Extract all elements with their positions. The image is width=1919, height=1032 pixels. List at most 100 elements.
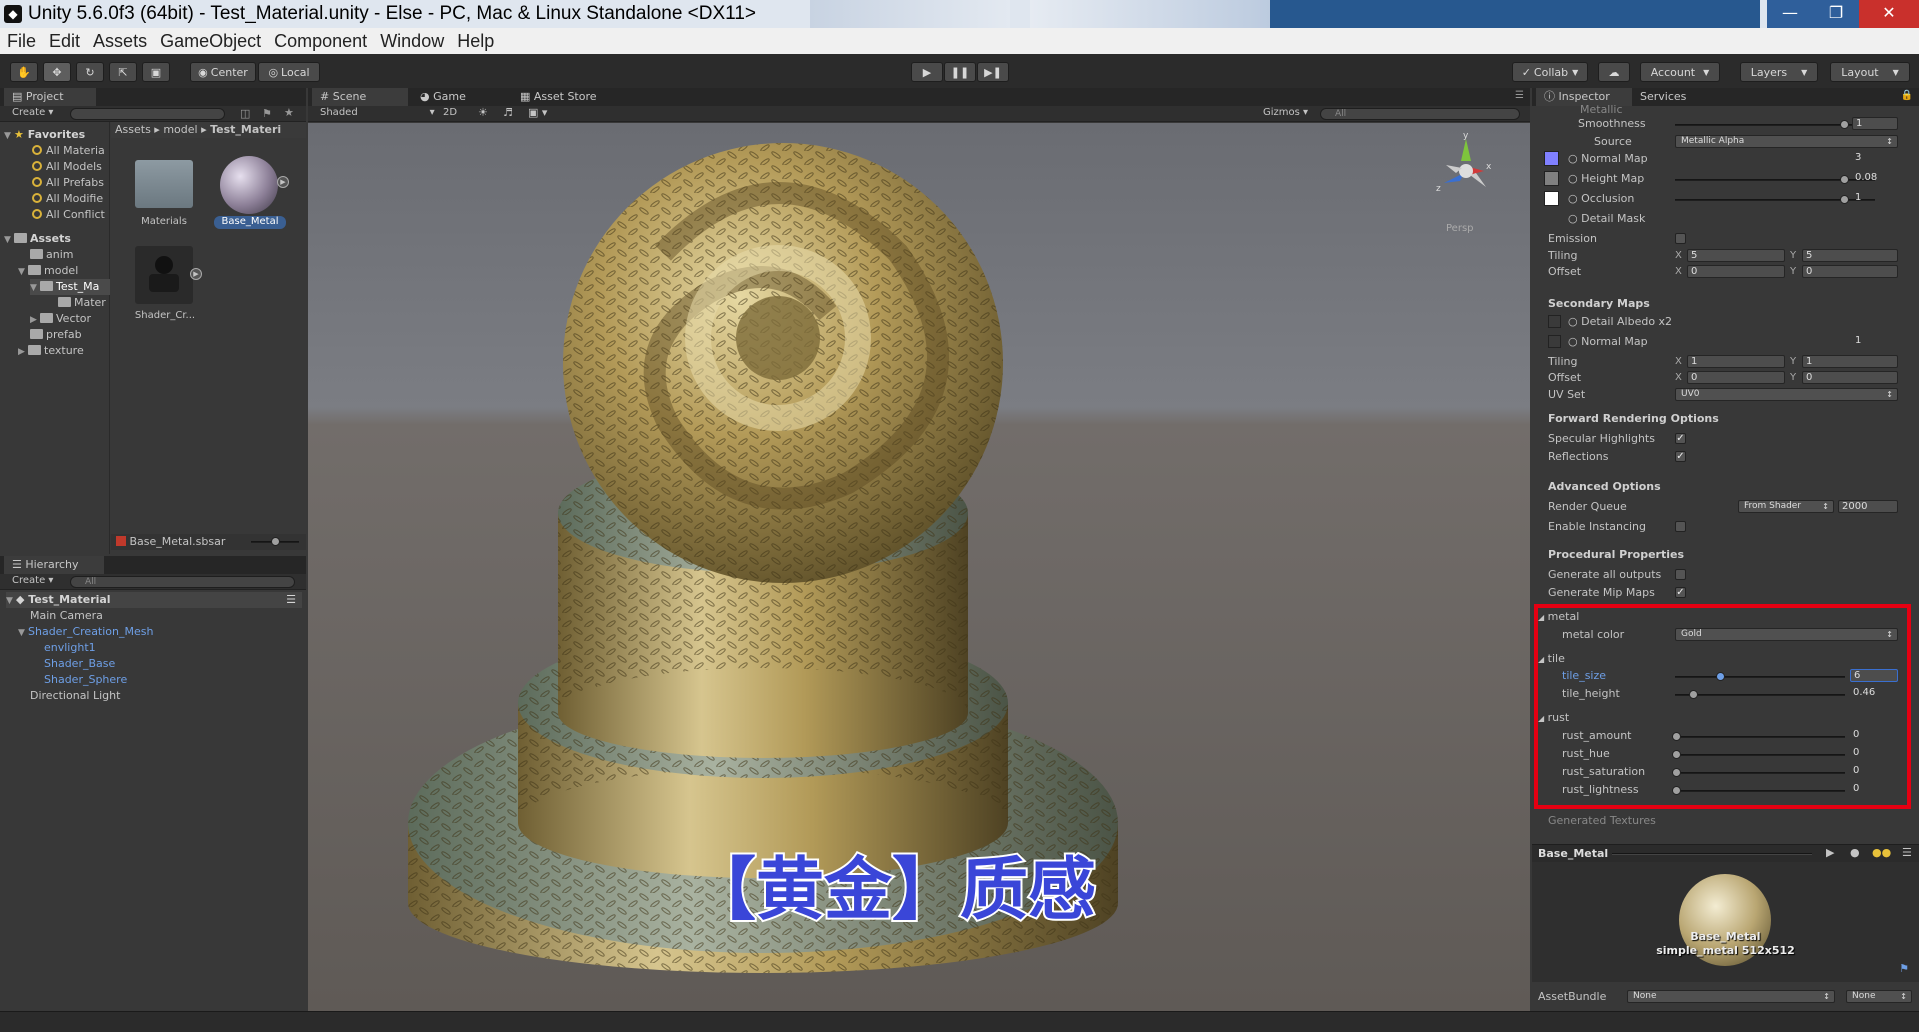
pivot-local-button[interactable]: ◎ Local <box>258 62 320 82</box>
shading-mode-dropdown[interactable]: Shaded ▾ <box>320 107 435 118</box>
tree-folder-materials[interactable]: Mater <box>58 295 106 311</box>
occlusion-slot[interactable] <box>1544 191 1559 206</box>
project-create-dropdown[interactable]: Create ▾ <box>12 107 53 118</box>
reflections-checkbox[interactable]: ✓ <box>1675 451 1686 462</box>
sphere-preview-icon[interactable]: ● <box>1850 846 1860 859</box>
enable-instancing-checkbox[interactable] <box>1675 521 1686 532</box>
occlusion-slider-knob[interactable] <box>1840 195 1849 204</box>
hierarchy-item[interactable]: envlight1 <box>44 640 96 656</box>
tab-hierarchy[interactable]: ☰ Hierarchy <box>4 556 104 574</box>
detail-mask-label[interactable]: ○ Detail Mask <box>1568 211 1645 227</box>
audio-icon[interactable]: ♬ <box>503 106 513 119</box>
secondary-normal-label[interactable]: ○ Normal Map <box>1568 334 1648 350</box>
menu-gameobject[interactable]: GameObject <box>160 31 261 52</box>
persp-label[interactable]: Persp <box>1446 223 1474 234</box>
layout-dropdown[interactable]: Layout ▼ <box>1830 62 1910 82</box>
hierarchy-item[interactable]: Shader_Base <box>44 656 115 672</box>
render-queue-value[interactable]: 2000 <box>1838 500 1898 513</box>
scene-viewport[interactable]: 【黄金】质感 y x z Persp <box>308 123 1530 1011</box>
tree-folder-prefab[interactable]: prefab <box>30 327 82 343</box>
favorite-item[interactable]: All Materia <box>32 143 105 159</box>
menu-edit[interactable]: Edit <box>49 31 80 52</box>
hierarchy-create-dropdown[interactable]: Create ▾ <box>12 575 53 586</box>
shader-creation-prefab-thumb[interactable] <box>135 246 193 304</box>
normal-map-label[interactable]: ○ Normal Map <box>1568 151 1648 167</box>
move-tool-button[interactable]: ✥ <box>43 62 71 82</box>
render-queue-dropdown[interactable]: From Shader <box>1738 500 1834 513</box>
uv-set-dropdown[interactable]: UV0 <box>1675 388 1898 401</box>
tree-folder-model[interactable]: ▼ model <box>18 263 78 279</box>
play-icon[interactable]: ▶ <box>1826 846 1834 859</box>
preview-menu-icon[interactable]: ☰ <box>1902 846 1912 859</box>
source-dropdown[interactable]: Metallic Alpha <box>1675 135 1898 148</box>
mode-2d-toggle[interactable]: 2D <box>443 107 457 118</box>
secondary-tiling-x[interactable]: 1 <box>1687 355 1785 368</box>
tree-folder-vector[interactable]: ▶ Vector <box>30 311 91 327</box>
panel-menu-icon[interactable]: ☰ <box>1515 90 1524 101</box>
rotate-tool-button[interactable]: ↻ <box>76 62 104 82</box>
height-map-slider-knob[interactable] <box>1840 175 1849 184</box>
generate-outputs-checkbox[interactable] <box>1675 569 1686 580</box>
image-effects-icon[interactable]: ▣ ▾ <box>528 106 547 119</box>
smoothness-value[interactable]: 1 <box>1852 117 1898 130</box>
menu-assets[interactable]: Assets <box>93 31 147 52</box>
assets-header[interactable]: ▼ Assets <box>4 231 71 247</box>
cloud-button[interactable]: ☁ <box>1598 62 1630 82</box>
rect-tool-button[interactable]: ▣ <box>142 62 170 82</box>
tree-folder-anim[interactable]: anim <box>30 247 73 263</box>
hierarchy-item[interactable]: ▼ Shader_Creation_Mesh <box>18 624 153 640</box>
hand-tool-button[interactable]: ✋ <box>10 62 38 82</box>
restore-button[interactable]: ❐ <box>1813 0 1859 28</box>
scene-root[interactable]: ▼ ◆ Test_Material ☰ <box>6 592 302 608</box>
height-map-value[interactable]: 0.08 <box>1852 172 1898 185</box>
pause-button[interactable]: ❚❚ <box>944 62 976 82</box>
menu-help[interactable]: Help <box>457 31 494 52</box>
smoothness-slider-knob[interactable] <box>1840 120 1849 129</box>
preview-area[interactable]: Base_Metal simple_metal 512x512 ⚑ <box>1532 862 1919 982</box>
assetbundle-name-dropdown[interactable]: None <box>1627 990 1835 1003</box>
layers-dropdown[interactable]: Layers ▼ <box>1740 62 1818 82</box>
play-preview-icon[interactable]: ▶ <box>190 268 202 280</box>
scale-tool-button[interactable]: ⇱ <box>109 62 137 82</box>
pivot-center-button[interactable]: ◉ Center <box>190 62 256 82</box>
sun-icon[interactable]: ☀ <box>478 106 488 119</box>
preview-drag-bar[interactable] <box>1612 853 1812 855</box>
secondary-tiling-y[interactable]: 1 <box>1802 355 1898 368</box>
detail-albedo-slot[interactable] <box>1548 315 1561 328</box>
secondary-normal-slot[interactable] <box>1548 335 1561 348</box>
tiling-x[interactable]: 5 <box>1687 249 1785 262</box>
specular-highlights-checkbox[interactable]: ✓ <box>1675 433 1686 444</box>
menu-window[interactable]: Window <box>380 31 444 52</box>
normal-map-slot[interactable] <box>1544 151 1559 166</box>
tag-icon[interactable]: ⚑ <box>1899 962 1909 975</box>
favorite-item[interactable]: All Models <box>32 159 102 175</box>
normal-map-value[interactable]: 3 <box>1852 152 1898 165</box>
gizmos-dropdown[interactable]: Gizmos ▾ <box>1263 107 1308 118</box>
occlusion-label[interactable]: ○ Occlusion <box>1568 191 1634 207</box>
height-map-slot[interactable] <box>1544 171 1559 186</box>
tab-services[interactable]: Services <box>1632 88 1712 106</box>
hierarchy-item[interactable]: Directional Light <box>30 688 120 704</box>
star-icon[interactable]: ★ <box>284 106 294 119</box>
tree-folder-test-material[interactable]: ▼ Test_Ma <box>30 279 110 295</box>
collab-button[interactable]: ✓ Collab ▼ <box>1512 62 1588 82</box>
play-button[interactable]: ▶ <box>911 62 943 82</box>
scene-search-input[interactable]: All <box>1320 108 1520 120</box>
project-search-input[interactable] <box>70 108 225 120</box>
tab-asset-store[interactable]: ▦ Asset Store <box>512 88 612 106</box>
favorite-item[interactable]: All Conflict <box>32 207 105 223</box>
hierarchy-item[interactable]: Main Camera <box>30 608 103 624</box>
offset-x[interactable]: 0 <box>1687 265 1785 278</box>
tree-folder-texture[interactable]: ▶ texture <box>18 343 84 359</box>
tab-project[interactable]: ▤ Project <box>4 88 96 106</box>
orientation-gizmo[interactable]: y x z Persp <box>1426 131 1506 234</box>
assetbundle-variant-dropdown[interactable]: None <box>1846 990 1912 1003</box>
minimize-button[interactable]: — <box>1767 0 1813 28</box>
detail-albedo-label[interactable]: ○ Detail Albedo x2 <box>1568 314 1672 330</box>
materials-folder-thumb[interactable] <box>135 160 193 208</box>
filter-icon[interactable]: ◫ <box>240 107 250 120</box>
tab-scene[interactable]: # Scene <box>312 88 408 106</box>
offset-y[interactable]: 0 <box>1802 265 1898 278</box>
favorites-header[interactable]: ▼ ★ Favorites <box>4 127 85 143</box>
generate-mipmaps-checkbox[interactable]: ✓ <box>1675 587 1686 598</box>
